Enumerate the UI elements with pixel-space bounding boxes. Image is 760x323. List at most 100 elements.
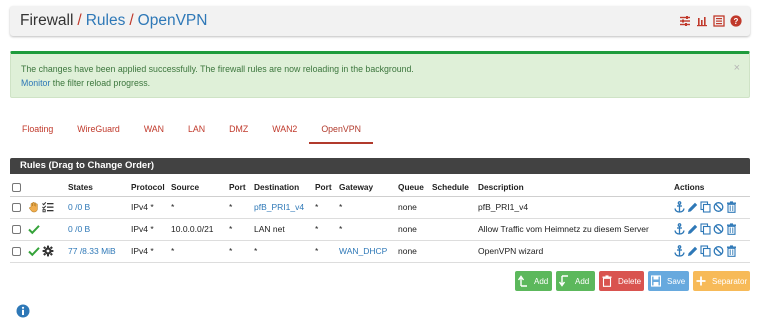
protocol-value: IPv4 * xyxy=(129,218,169,241)
protocol-value: IPv4 * xyxy=(129,240,169,263)
breadcrumb-firewall: Firewall xyxy=(20,12,74,29)
add-bottom-button[interactable]: Add xyxy=(556,271,595,291)
breadcrumb-rules-link[interactable]: Rules xyxy=(86,12,126,29)
states-value[interactable]: 0 /0 B xyxy=(66,218,129,241)
sliders-icon[interactable] xyxy=(679,15,691,27)
description-value: Allow Traffic vom Heimnetz zu diesem Ser… xyxy=(476,218,672,241)
schedule-value xyxy=(430,240,476,263)
tab-openvpn[interactable]: OpenVPN xyxy=(309,118,373,144)
table-row[interactable]: 77 /8.33 MiB IPv4 * * * * * WAN_DHCP non… xyxy=(10,240,750,263)
protocol-value: IPv4 * xyxy=(129,196,169,219)
rules-table: States Protocol Source Port Destination … xyxy=(10,178,750,263)
separator-button[interactable]: Separator xyxy=(693,271,750,291)
tab-floating[interactable]: Floating xyxy=(10,118,65,144)
disable-icon[interactable] xyxy=(713,201,724,213)
anchor-icon[interactable] xyxy=(674,245,685,257)
protocol-header[interactable]: Protocol xyxy=(129,178,169,197)
list-icon[interactable] xyxy=(713,15,725,27)
destination-port-header[interactable]: Port xyxy=(313,178,337,197)
alert-close-button[interactable]: × xyxy=(734,62,740,74)
destination-header[interactable]: Destination xyxy=(252,178,313,197)
source-value: 10.0.0.0/21 xyxy=(169,218,227,241)
svg-text:?: ? xyxy=(734,17,739,26)
table-header-row: States Protocol Source Port Destination … xyxy=(10,178,750,197)
anchor-icon[interactable] xyxy=(674,223,685,235)
queue-value: none xyxy=(396,218,430,241)
breadcrumb-separator: / xyxy=(129,12,134,29)
row-checkbox[interactable] xyxy=(10,196,26,219)
edit-icon[interactable] xyxy=(687,223,698,235)
source-port-value: * xyxy=(227,196,252,219)
gateway-value: * xyxy=(337,218,396,241)
check-icon xyxy=(28,245,40,257)
destination-alias-link[interactable]: pfB_PRI1_v4 xyxy=(252,196,313,219)
tab-dmz[interactable]: DMZ xyxy=(217,118,260,144)
monitor-link[interactable]: Monitor xyxy=(21,78,50,88)
tab-lan[interactable]: LAN xyxy=(176,118,217,144)
header-toolbar: ? xyxy=(679,15,742,27)
status-header xyxy=(26,178,66,197)
table-row[interactable]: 0 /0 B IPv4 * 10.0.0.0/21 * LAN net * * … xyxy=(10,218,750,241)
anchor-icon[interactable] xyxy=(674,201,685,213)
description-value: OpenVPN wizard xyxy=(476,240,672,263)
schedule-header[interactable]: Schedule xyxy=(430,178,476,197)
delete-button[interactable]: Delete xyxy=(599,271,644,291)
source-port-value: * xyxy=(227,218,252,241)
title-bar: Firewall / Rules / OpenVPN ? xyxy=(10,6,750,36)
states-header[interactable]: States xyxy=(66,178,129,197)
separator-label: Separator xyxy=(712,276,748,286)
add-top-button[interactable]: Add xyxy=(515,271,552,291)
breadcrumb-separator: / xyxy=(77,12,82,29)
states-value[interactable]: 77 /8.33 MiB xyxy=(66,240,129,263)
copy-icon[interactable] xyxy=(700,201,711,213)
tab-wan2[interactable]: WAN2 xyxy=(260,118,309,144)
breadcrumb-openvpn-link[interactable]: OpenVPN xyxy=(138,12,208,29)
arrow-up-icon xyxy=(515,275,531,287)
source-port-header[interactable]: Port xyxy=(227,178,252,197)
rules-panel-heading: Rules (Drag to Change Order) xyxy=(10,158,750,174)
edit-icon[interactable] xyxy=(687,245,698,257)
schedule-value xyxy=(430,218,476,241)
tab-wireguard[interactable]: WireGuard xyxy=(65,118,132,144)
save-label: Save xyxy=(667,276,686,286)
select-all-checkbox[interactable] xyxy=(10,178,26,197)
success-alert: The changes have been applied successful… xyxy=(10,51,750,98)
arrow-down-icon xyxy=(556,275,572,287)
queue-header[interactable]: Queue xyxy=(396,178,430,197)
source-header[interactable]: Source xyxy=(169,178,227,197)
alert-message: The changes have been applied successful… xyxy=(21,64,414,74)
row-checkbox[interactable] xyxy=(10,218,26,241)
help-icon[interactable]: ? xyxy=(730,15,742,27)
gateway-header[interactable]: Gateway xyxy=(337,178,396,197)
destination-value: * xyxy=(252,240,313,263)
disable-icon[interactable] xyxy=(713,245,724,257)
description-header[interactable]: Description xyxy=(476,178,672,197)
description-value: pfB_PRI1_v4 xyxy=(476,196,672,219)
copy-icon[interactable] xyxy=(700,245,711,257)
hand-icon xyxy=(28,201,40,213)
breadcrumb: Firewall / Rules / OpenVPN xyxy=(20,12,207,30)
trash-icon[interactable] xyxy=(726,223,737,235)
destination-port-value: * xyxy=(313,240,337,263)
info-icon[interactable] xyxy=(16,304,30,318)
tab-wan[interactable]: WAN xyxy=(132,118,176,144)
alert-suffix: the filter reload progress. xyxy=(50,78,151,88)
save-button[interactable]: Save xyxy=(648,271,689,291)
disable-icon[interactable] xyxy=(713,223,724,235)
table-row[interactable]: 0 /0 B IPv4 * * * pfB_PRI1_v4 * * none p… xyxy=(10,196,750,219)
trash-icon[interactable] xyxy=(726,245,737,257)
destination-value: LAN net xyxy=(252,218,313,241)
plus-icon xyxy=(693,275,709,287)
edit-icon[interactable] xyxy=(687,201,698,213)
interface-tabs: Floating WireGuard WAN LAN DMZ WAN2 Open… xyxy=(10,118,373,144)
gateway-link[interactable]: WAN_DHCP xyxy=(337,240,396,263)
states-value[interactable]: 0 /0 B xyxy=(66,196,129,219)
chart-icon[interactable] xyxy=(696,15,708,27)
save-icon xyxy=(648,275,664,287)
copy-icon[interactable] xyxy=(700,223,711,235)
row-checkbox[interactable] xyxy=(10,240,26,263)
delete-label: Delete xyxy=(618,276,642,286)
source-value: * xyxy=(169,240,227,263)
trash-icon[interactable] xyxy=(726,201,737,213)
trash-icon xyxy=(599,275,615,287)
